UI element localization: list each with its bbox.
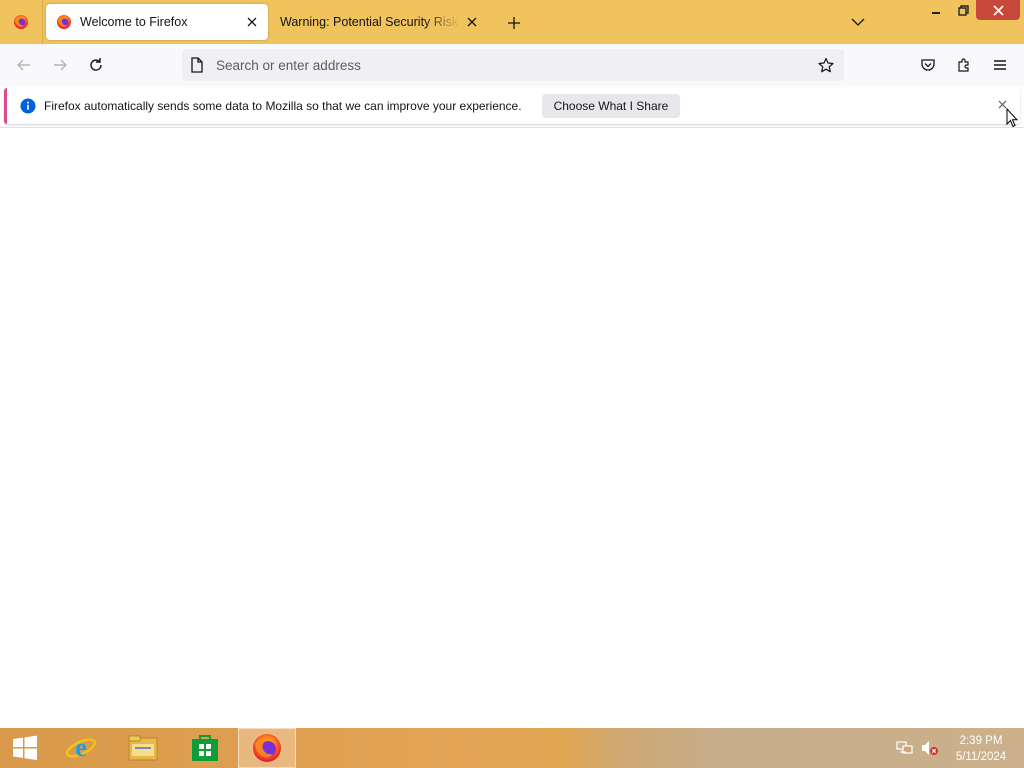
- address-input[interactable]: [214, 52, 814, 78]
- notification-message: Firefox automatically sends some data to…: [44, 99, 522, 113]
- close-window-button[interactable]: [976, 0, 1020, 20]
- close-tab-icon[interactable]: [240, 10, 264, 34]
- tab-title: Welcome to Firefox: [80, 15, 188, 29]
- restore-button[interactable]: [950, 0, 976, 20]
- taskbar: e 2:39 PM 5/11/2024: [0, 728, 1024, 768]
- taskbar-file-explorer[interactable]: [114, 728, 172, 768]
- clock-date: 5/11/2024: [955, 751, 1007, 763]
- address-bar[interactable]: [182, 49, 844, 81]
- extensions-button[interactable]: [952, 53, 976, 77]
- firefox-logo-icon: [251, 732, 283, 764]
- windows-logo-icon: [13, 735, 37, 760]
- restore-icon: [957, 4, 969, 16]
- hamburger-menu-icon: [994, 60, 1006, 70]
- tab-strip: Welcome to Firefox Warning: Potential Se…: [0, 0, 1024, 44]
- internet-explorer-icon: e: [65, 733, 97, 762]
- volume-muted-tray-icon[interactable]: [921, 739, 939, 757]
- mouse-cursor-icon: [1006, 108, 1018, 128]
- svg-text:e: e: [75, 733, 87, 762]
- back-button[interactable]: [12, 53, 36, 77]
- list-all-tabs-button[interactable]: [846, 10, 870, 34]
- puzzle-piece-icon: [958, 58, 969, 72]
- star-outline-icon: [818, 57, 834, 73]
- firefox-logo-icon: [13, 14, 29, 30]
- minimize-icon: [932, 12, 940, 14]
- page-content: [0, 127, 1024, 729]
- taskbar-internet-explorer[interactable]: e: [52, 728, 110, 768]
- network-tray-icon[interactable]: [896, 739, 914, 757]
- close-tab-icon[interactable]: [460, 10, 484, 34]
- pocket-button[interactable]: [916, 53, 940, 77]
- taskbar-store[interactable]: [176, 728, 234, 768]
- chevron-down-icon: [851, 18, 865, 26]
- tab-security-warning[interactable]: Warning: Potential Security Risk Ahead: [272, 4, 488, 40]
- reload-button[interactable]: [84, 53, 108, 77]
- system-clock[interactable]: 2:39 PM 5/11/2024: [948, 733, 1014, 765]
- tab-welcome[interactable]: Welcome to Firefox: [46, 4, 268, 40]
- arrow-right-icon: [54, 59, 67, 71]
- start-button[interactable]: [0, 728, 50, 768]
- plus-icon: [508, 17, 520, 29]
- close-icon: [992, 4, 1004, 16]
- firefox-logo-icon: [56, 14, 72, 30]
- minimize-button[interactable]: [922, 0, 950, 20]
- taskbar-firefox[interactable]: [238, 728, 296, 768]
- firefox-view-button[interactable]: [0, 0, 43, 44]
- data-collection-notification: Firefox automatically sends some data to…: [4, 88, 1020, 124]
- tab-title: Warning: Potential Security Risk Ahead: [280, 15, 460, 29]
- forward-button[interactable]: [48, 53, 72, 77]
- arrow-left-icon: [17, 59, 30, 71]
- page-icon: [191, 57, 203, 73]
- bookmark-star-button[interactable]: [814, 53, 838, 77]
- new-tab-button[interactable]: [502, 11, 526, 35]
- pocket-icon: [921, 59, 935, 71]
- choose-what-i-share-button[interactable]: Choose What I Share: [541, 94, 681, 118]
- info-icon: [20, 98, 36, 114]
- application-menu-button[interactable]: [988, 53, 1012, 77]
- folder-icon: [128, 735, 158, 761]
- navigation-toolbar: [0, 44, 1024, 86]
- reload-icon: [90, 58, 102, 71]
- clock-time: 2:39 PM: [959, 735, 1003, 747]
- store-icon: [192, 735, 218, 761]
